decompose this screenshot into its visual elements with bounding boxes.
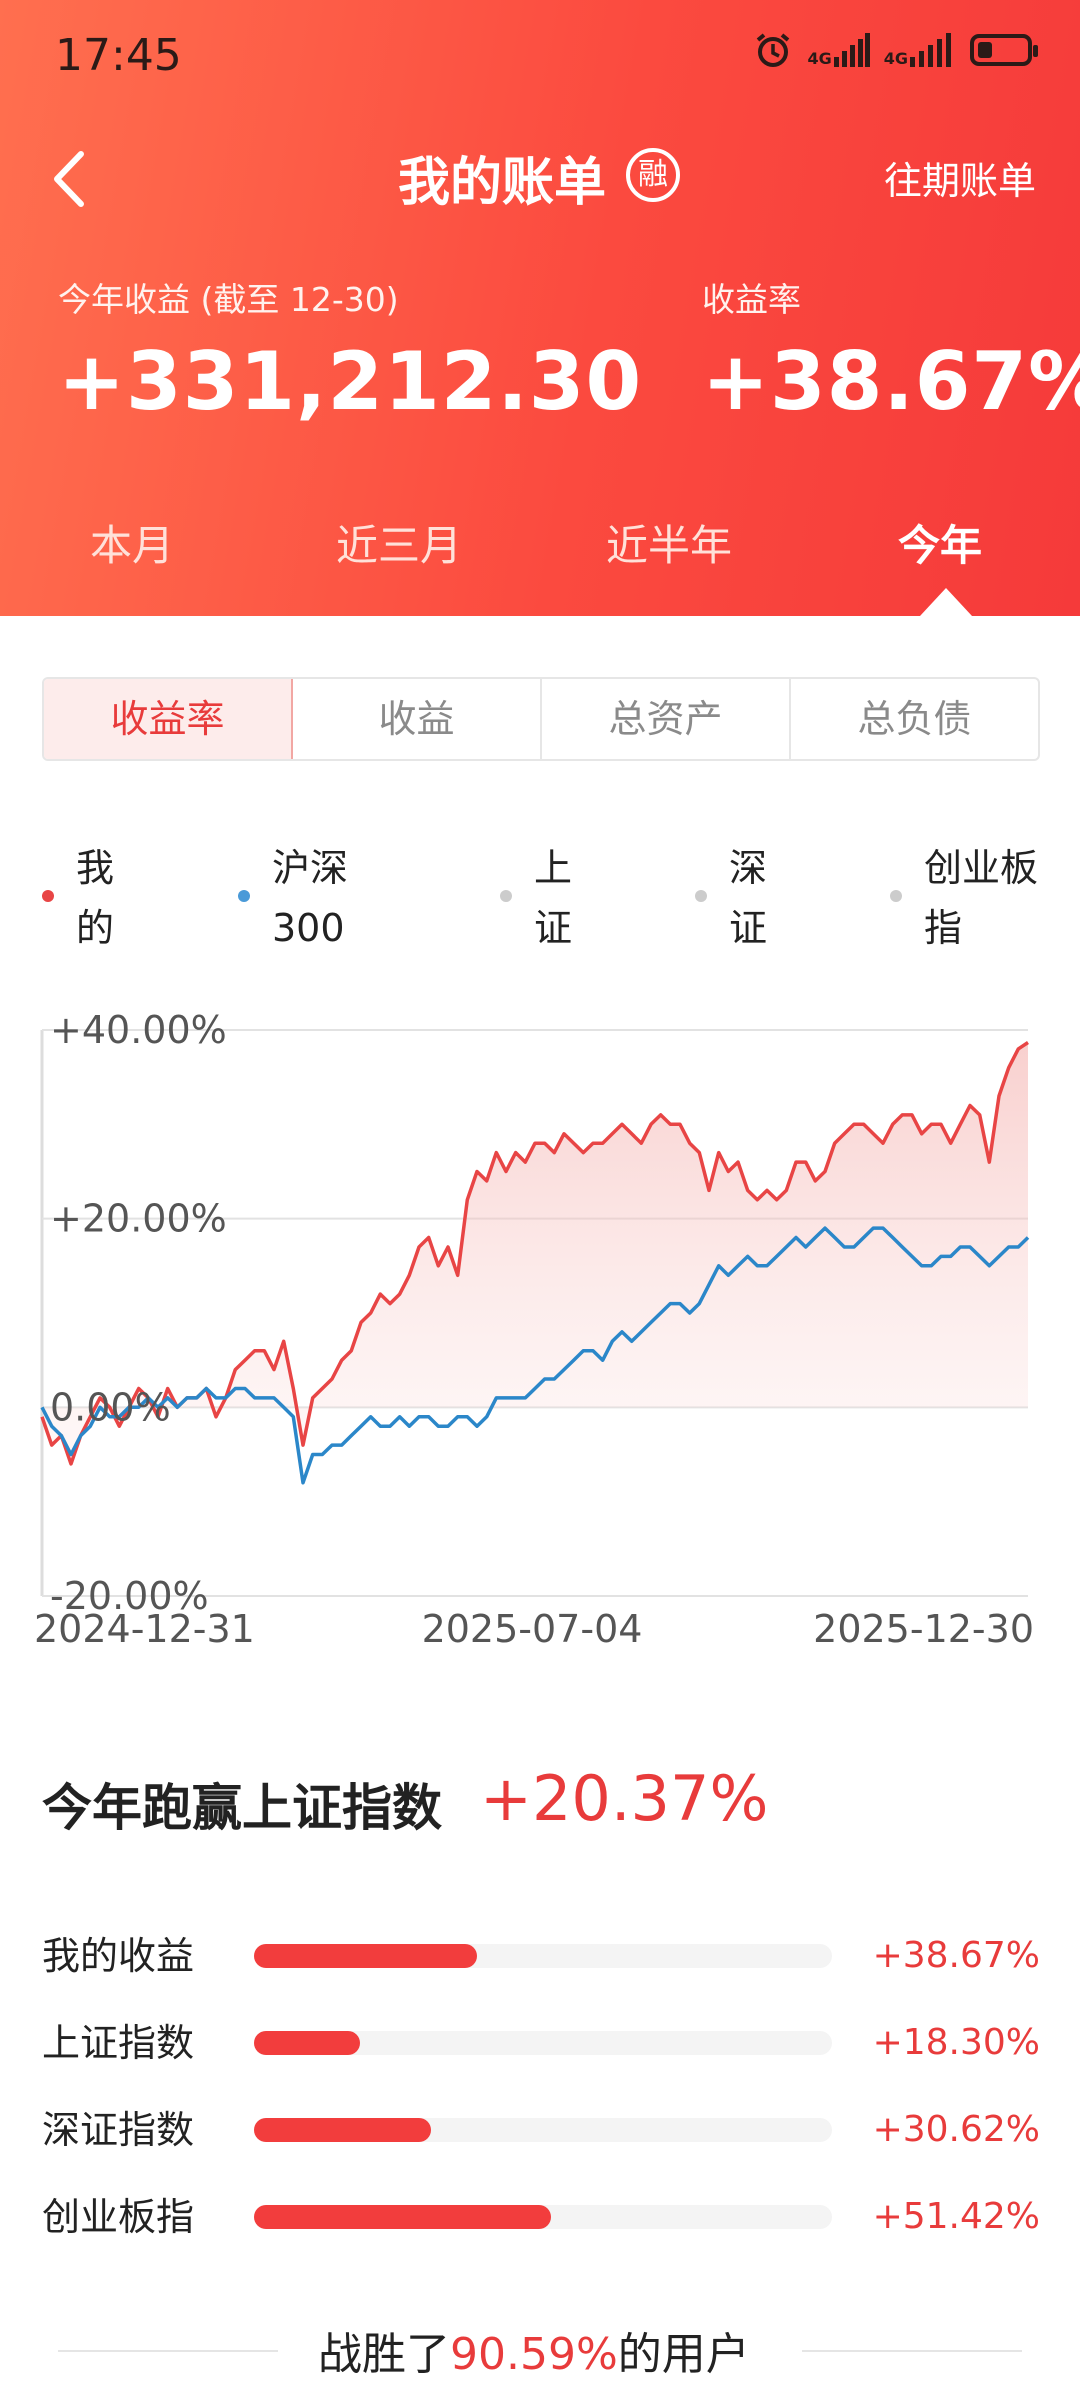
y-tick-label: 0.00% bbox=[50, 1385, 171, 1429]
legend-dot bbox=[238, 890, 250, 902]
y-tick-label: +20.00% bbox=[50, 1197, 227, 1241]
compare-bar-track bbox=[254, 1944, 832, 1968]
compare-row-chinext: 创业板指 +51.42% bbox=[42, 2187, 1040, 2247]
x-tick-label: 2024-12-31 bbox=[34, 1607, 255, 1651]
status-time: 17:45 bbox=[55, 30, 182, 81]
legend-hs300[interactable]: 沪深 300 bbox=[238, 838, 348, 958]
compare-row-shenzhen: 深证指数 +30.62% bbox=[42, 2100, 1040, 2160]
tab-this-month[interactable]: 本月 bbox=[90, 512, 174, 573]
compare-bar bbox=[254, 1944, 478, 1968]
signal-icon: 4G bbox=[807, 33, 870, 67]
metric-segment: 收益率 收益 总资产 总负债 bbox=[42, 677, 1040, 761]
rate-label: 收益率 bbox=[702, 280, 801, 319]
segment-total-assets[interactable]: 总资产 bbox=[542, 679, 791, 759]
legend-dot bbox=[695, 890, 707, 902]
tab-half-year[interactable]: 近半年 bbox=[606, 512, 732, 573]
compare-label: 深证指数 bbox=[42, 2108, 195, 2152]
segment-income[interactable]: 收益 bbox=[293, 679, 542, 759]
compare-bar bbox=[254, 2205, 552, 2229]
compare-label: 上证指数 bbox=[42, 2021, 195, 2065]
page-title: 我的账单 bbox=[398, 153, 607, 213]
compare-value: +38.67% bbox=[872, 1935, 1040, 1976]
compare-value: +18.30% bbox=[872, 2022, 1040, 2063]
y-tick-label: +40.00% bbox=[50, 1008, 227, 1052]
compare-bar-track bbox=[254, 2205, 832, 2229]
compare-value: +51.42% bbox=[872, 2196, 1040, 2237]
compare-value: +30.62% bbox=[872, 2109, 1040, 2150]
history-bills-link[interactable]: 往期账单 bbox=[884, 150, 1036, 205]
beat-users-text: 战胜了90.59%的用户 bbox=[318, 2329, 750, 2380]
beat-index-title: 今年跑赢上证指数 bbox=[42, 1779, 442, 1837]
compare-bar-track bbox=[254, 2031, 832, 2055]
compare-bar bbox=[254, 2031, 360, 2055]
legend-dot bbox=[890, 890, 902, 902]
segment-return-rate[interactable]: 收益率 bbox=[44, 679, 293, 759]
divider-right bbox=[802, 2350, 1022, 2352]
segment-total-liabilities[interactable]: 总负债 bbox=[791, 679, 1038, 759]
compare-row-mine: 我的收益 +38.67% bbox=[42, 1926, 1040, 1986]
legend-shenzhen[interactable]: 深证 bbox=[695, 838, 767, 958]
x-tick-label: 2025-07-04 bbox=[422, 1607, 643, 1651]
margin-badge-icon[interactable]: 融 bbox=[626, 148, 680, 202]
legend-shanghai[interactable]: 上证 bbox=[500, 838, 572, 958]
compare-row-shanghai: 上证指数 +18.30% bbox=[42, 2013, 1040, 2073]
legend-dot bbox=[42, 890, 54, 902]
signal-icon-2: 4G bbox=[884, 33, 952, 67]
tab-three-months[interactable]: 近三月 bbox=[336, 512, 462, 573]
legend-dot bbox=[500, 890, 512, 902]
tab-this-year[interactable]: 今年 bbox=[898, 512, 982, 573]
alarm-icon bbox=[757, 33, 790, 67]
compare-label: 我的收益 bbox=[42, 1934, 195, 1978]
return-rate-chart[interactable]: +40.00%+20.00%0.00%-20.00%2024-12-31 2025… bbox=[0, 1000, 1080, 1680]
divider-left bbox=[58, 2350, 278, 2352]
legend-mine[interactable]: 我的 bbox=[42, 838, 114, 958]
beat-index-value: +20.37% bbox=[480, 1762, 769, 1835]
series-area-0 bbox=[42, 1042, 1028, 1464]
active-tab-pointer bbox=[920, 588, 972, 616]
compare-bar-track bbox=[254, 2118, 832, 2142]
compare-label: 创业板指 bbox=[42, 2195, 195, 2239]
legend-chinext[interactable]: 创业板指 bbox=[890, 838, 1038, 958]
status-icons: 4G 4G bbox=[753, 30, 1038, 70]
back-arrow-icon[interactable] bbox=[45, 148, 95, 210]
rate-value: +38.67% bbox=[702, 335, 1080, 428]
income-value: +331,212.30 bbox=[58, 335, 643, 428]
income-label: 今年收益 (截至 12-30) bbox=[58, 280, 399, 319]
header-banner: 17:45 4G 4G 我的账单 融 往期账单 今年收益 (截至 12-30) … bbox=[0, 0, 1080, 616]
battery-icon bbox=[970, 34, 1038, 66]
compare-bar bbox=[254, 2118, 431, 2142]
x-tick-label: 2025-12-30 bbox=[813, 1607, 1034, 1651]
